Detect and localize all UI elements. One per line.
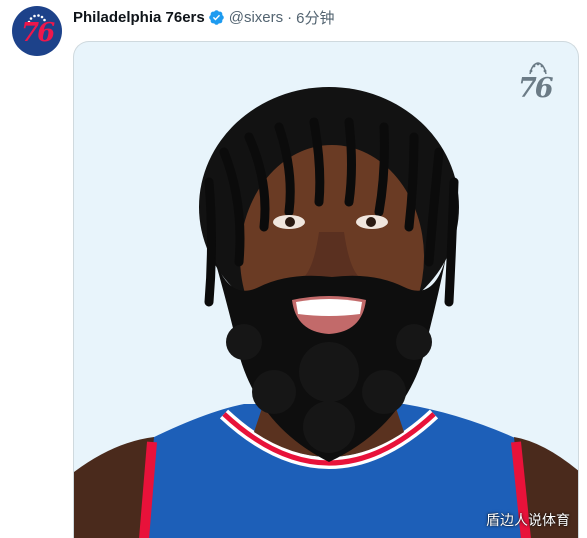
media-logo-text: 76	[518, 73, 554, 104]
sixers-logo-icon: 76	[20, 14, 55, 48]
watermark-text: 盾边人说体育	[486, 513, 570, 529]
display-name[interactable]: Philadelphia 76ers	[73, 9, 205, 26]
avatar-logo-text: 76	[21, 18, 55, 48]
timestamp[interactable]: 6分钟	[296, 7, 334, 28]
separator-dot: ·	[287, 8, 293, 26]
verified-badge-icon	[208, 9, 224, 25]
player-portrait	[74, 87, 578, 538]
media-sixers-logo-icon: 76	[518, 60, 558, 106]
tweet: 76 Philadelphia 76ers @sixers · 6分钟 76 盾…	[0, 0, 587, 538]
tweet-media-image[interactable]: 76 盾边人说体育	[73, 41, 579, 538]
tweet-header: Philadelphia 76ers @sixers · 6分钟	[73, 6, 334, 28]
avatar[interactable]: 76	[12, 6, 62, 56]
user-handle[interactable]: @sixers	[229, 9, 283, 26]
